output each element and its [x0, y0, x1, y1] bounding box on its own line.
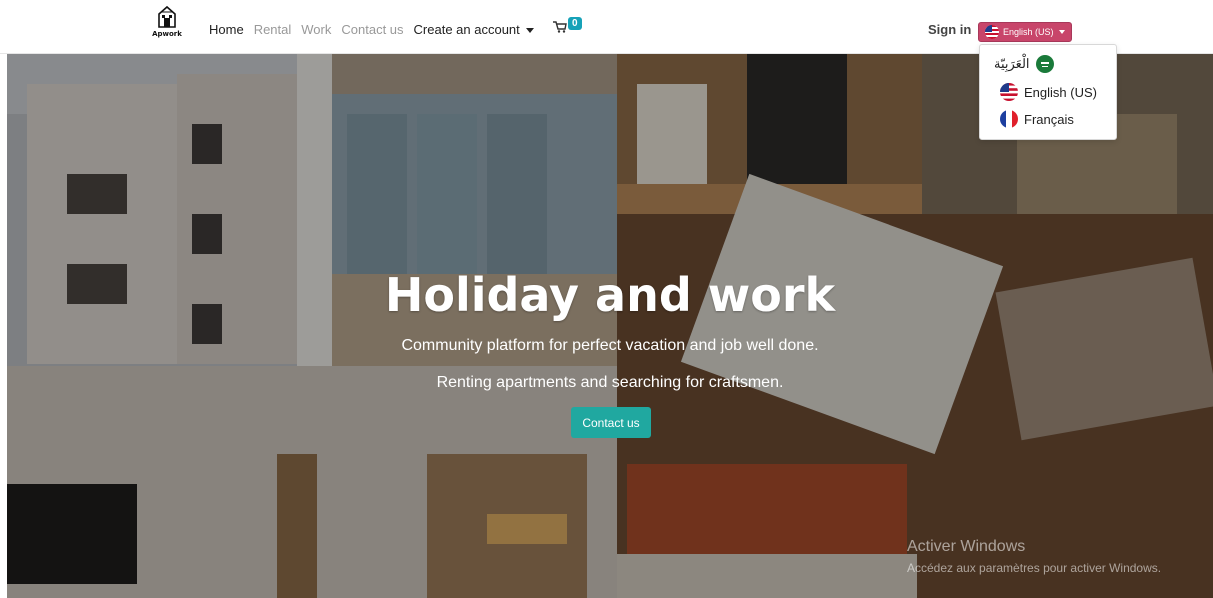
watermark-line-1: Activer Windows — [907, 538, 1026, 555]
language-option-arabic[interactable]: الْعَرَبِيّة — [994, 55, 1054, 73]
hero-title: Holiday and work — [384, 268, 836, 322]
nav-home[interactable]: Home — [209, 22, 244, 37]
language-option-english[interactable]: English (US) — [1000, 83, 1097, 101]
language-option-french[interactable]: Français — [1000, 110, 1074, 128]
house-logo-icon — [158, 5, 176, 28]
nav-rental[interactable]: Rental — [254, 22, 292, 37]
nav-work[interactable]: Work — [301, 22, 331, 37]
us-flag-icon — [985, 25, 999, 39]
language-option-english-label: English (US) — [1024, 84, 1097, 100]
cart-icon — [553, 21, 567, 33]
us-flag-icon — [1000, 83, 1018, 101]
language-option-french-label: Français — [1024, 111, 1074, 127]
language-option-arabic-label: الْعَرَبِيّة — [994, 56, 1030, 71]
language-dropdown-menu: الْعَرَبِيّة English (US) Français — [979, 44, 1117, 140]
brand-logo[interactable]: Apwork — [150, 4, 184, 48]
language-selector-button[interactable]: English (US) — [978, 22, 1072, 42]
hero-subtitle-2: Renting apartments and searching for cra… — [436, 374, 784, 391]
cart-button[interactable]: 0 — [553, 17, 582, 38]
saudi-flag-icon — [1035, 55, 1054, 73]
hero-contact-button[interactable]: Contact us — [571, 407, 651, 438]
language-current-label: English (US) — [1003, 27, 1054, 37]
france-flag-icon — [1000, 110, 1018, 128]
hero-subtitle-1: Community platform for perfect vacation … — [401, 337, 819, 354]
watermark-line-2: Accédez aux paramètres pour activer Wind… — [907, 561, 1162, 575]
chevron-down-icon — [1058, 30, 1065, 34]
windows-activation-watermark: Activer Windows Accédez aux paramètres p… — [907, 538, 1161, 575]
cart-count-badge: 0 — [568, 17, 582, 30]
brand-logo-text: Apwork — [152, 30, 182, 38]
sign-in-link[interactable]: Sign in — [928, 22, 971, 37]
nav-contact[interactable]: Contact us — [341, 22, 403, 37]
create-account-label: Create an account — [413, 22, 520, 37]
chevron-down-icon — [525, 28, 534, 34]
main-nav: Home Rental Work Contact us Create an ac… — [209, 22, 544, 37]
nav-create-account[interactable]: Create an account — [414, 22, 534, 37]
